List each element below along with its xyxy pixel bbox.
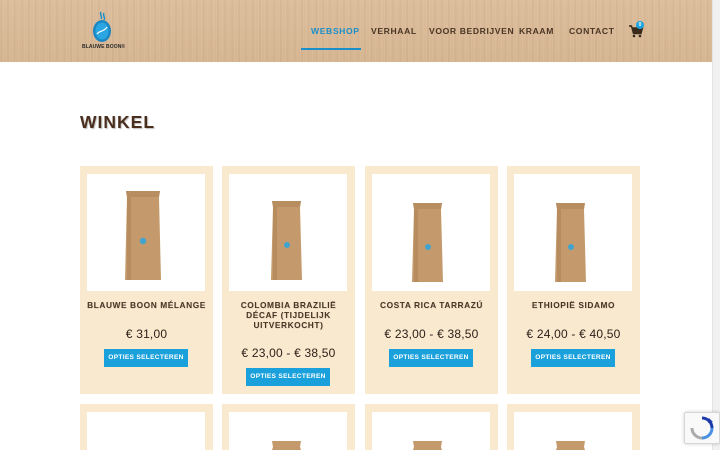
select-options-button[interactable]: OPTIES SELECTEREN [246, 368, 330, 386]
coffee-bean-logo-icon [93, 11, 111, 42]
coffee-bag-image [555, 203, 586, 282]
recaptcha-badge[interactable] [684, 412, 720, 444]
product-card[interactable] [222, 404, 355, 450]
brand-name: BLAUWE BOON® [82, 44, 126, 50]
product-card[interactable] [507, 404, 640, 450]
select-options-button[interactable]: OPTIES SELECTEREN [104, 349, 188, 367]
nav-item-kraam[interactable]: KRAAM [519, 26, 554, 36]
product-price: € 23,00 - € 38,50 [241, 346, 336, 360]
recaptcha-icon [690, 416, 714, 440]
nav-item-webshop[interactable]: WEBSHOP [311, 26, 360, 36]
product-image[interactable] [229, 412, 347, 450]
cart-count-badge: 0 [636, 21, 644, 29]
product-price: € 24,00 - € 40,50 [526, 327, 621, 341]
product-price: € 23,00 - € 38,50 [384, 327, 479, 341]
product-image[interactable] [87, 412, 205, 450]
brand-logo[interactable]: BLAUWE BOON® [82, 10, 126, 54]
product-image[interactable] [514, 412, 632, 450]
nav-active-indicator [301, 48, 361, 50]
coffee-bag-image [272, 441, 301, 450]
product-name[interactable]: COLOMBIA BRAZILIË DÉCAF (TIJDELIJK UITVE… [226, 300, 351, 330]
nav-item-verhaal[interactable]: VERHAAL [371, 26, 417, 36]
product-image[interactable] [372, 412, 490, 450]
coffee-bag-image [271, 201, 302, 280]
product-name[interactable]: ETHIOPIË SIDAMO [511, 300, 636, 310]
nav-item-contact[interactable]: CONTACT [569, 26, 615, 36]
coffee-bag-image [125, 191, 161, 280]
coffee-bag-image [556, 441, 585, 450]
product-card[interactable] [365, 404, 498, 450]
page-title: WINKEL [80, 112, 156, 132]
product-price: € 31,00 [125, 327, 168, 341]
product-card[interactable]: BLAUWE BOON MÉLANGE € 31,00 OPTIES SELEC… [80, 166, 213, 394]
product-card[interactable]: COLOMBIA BRAZILIË DÉCAF (TIJDELIJK UITVE… [222, 166, 355, 394]
page-scrollbar[interactable] [712, 0, 720, 450]
product-card[interactable]: COSTA RICA TARRAZÚ € 23,00 - € 38,50 OPT… [365, 166, 498, 394]
site-header: BLAUWE BOON® WEBSHOP VERHAAL VOOR BEDRIJ… [0, 0, 712, 62]
product-image[interactable] [229, 174, 347, 291]
nav-item-voor-bedrijven[interactable]: VOOR BEDRIJVEN [429, 26, 514, 36]
product-name[interactable]: COSTA RICA TARRAZÚ [369, 300, 494, 310]
product-image[interactable] [372, 174, 490, 291]
select-options-button[interactable]: OPTIES SELECTEREN [531, 349, 615, 367]
product-card[interactable] [80, 404, 213, 450]
product-name[interactable]: BLAUWE BOON MÉLANGE [84, 300, 209, 310]
product-image[interactable] [87, 174, 205, 291]
product-image[interactable] [514, 174, 632, 291]
product-card[interactable]: ETHIOPIË SIDAMO € 24,00 - € 40,50 OPTIES… [507, 166, 640, 394]
coffee-bag-image [413, 441, 442, 450]
coffee-bag-image [412, 203, 443, 282]
select-options-button[interactable]: OPTIES SELECTEREN [389, 349, 473, 367]
